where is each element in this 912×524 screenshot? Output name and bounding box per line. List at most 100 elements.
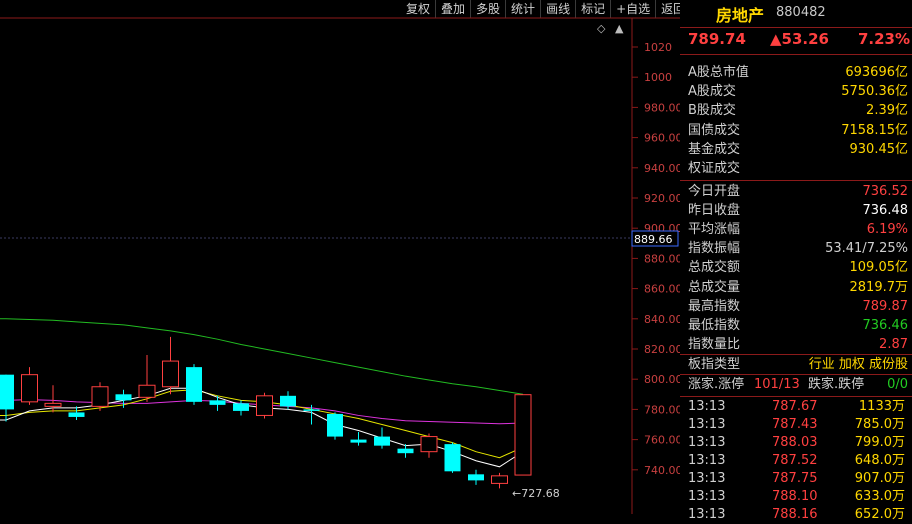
candle-body [350, 439, 367, 443]
tick-volume: 907.0万 [854, 471, 905, 486]
y-axis-label: 920.00 [644, 192, 680, 205]
stat-label: 总成交量 [688, 279, 741, 295]
stat-value: 736.52 [862, 184, 909, 199]
stat-label: B股成交 [688, 103, 736, 119]
tick-price: 787.43 [772, 417, 818, 432]
tick-row: 13:13 787.52 648.0万 [680, 452, 905, 470]
stat-label: A股成交 [688, 84, 736, 100]
stat-row: 国债成交 7158.15亿 [688, 121, 910, 140]
candle-body [468, 474, 484, 481]
candle-body [21, 374, 38, 403]
quote-panel: 房地产 880482 789.74 ▲53.26 7.23% A股总市值 6936… [680, 0, 912, 522]
candle-body [186, 367, 202, 402]
tick-row: 13:13 788.03 799.0万 [680, 434, 905, 452]
y-axis-label: 1000 [644, 71, 672, 84]
stat-value: 693696亿 [845, 65, 908, 80]
stat-value: 6.19% [866, 222, 908, 238]
y-axis-label: 860.00 [644, 283, 680, 296]
tick-price: 788.03 [772, 435, 818, 450]
candle [468, 469, 484, 485]
stat-label: 国债成交 [688, 122, 741, 138]
candle [68, 406, 85, 420]
tick-time: 13:13 [688, 489, 726, 504]
y-axis-label: 760.00 [644, 434, 680, 447]
y-axis: 10201000980.00960.00940.00920.00900.0088… [632, 41, 680, 477]
index-title: 房地产 880482 [680, 0, 912, 26]
stat-label: 总成交额 [688, 260, 741, 276]
tick-price: 787.52 [772, 453, 818, 468]
index-type-row: 板指类型 行业 加权 成份股 [688, 357, 908, 372]
candle-body [0, 374, 14, 410]
stat-value: 2.87 [879, 336, 908, 352]
tick-time: 13:13 [688, 507, 726, 522]
y-axis-label: 880.00 [644, 252, 680, 265]
tick-time: 13:13 [688, 471, 726, 486]
stat-row: B股成交 2.39亿 [688, 101, 910, 120]
ma-green-line [0, 318, 524, 395]
candle [374, 427, 390, 449]
stat-label: 指数量比 [688, 336, 741, 352]
candle-body [444, 444, 461, 472]
candle-body [374, 436, 390, 446]
candle-body [68, 412, 85, 417]
stat-value: 736.46 [862, 317, 909, 333]
candle [162, 336, 179, 395]
candle [444, 442, 461, 473]
stat-row: A股成交 5750.36亿 [688, 82, 910, 101]
candle [256, 392, 273, 419]
tick-row: 13:13 788.10 633.0万 [680, 488, 905, 506]
tick-time: 13:13 [688, 453, 726, 468]
limit-up-down-row: 涨家.涨停 101/13 跌家.跌停 0/0 [688, 377, 908, 392]
tick-volume: 648.0万 [854, 453, 905, 468]
candles [0, 336, 532, 489]
y-axis-label: 1020 [644, 41, 672, 54]
stat-label: 昨日收盘 [688, 203, 741, 219]
stat-row: 最高指数 789.87 [688, 297, 910, 316]
candle [138, 355, 156, 402]
tick-price: 788.10 [772, 489, 818, 504]
stat-value: 53.41/7.25% [825, 241, 908, 257]
tick-volume: 633.0万 [854, 489, 905, 504]
price-summary: 789.74 ▲53.26 7.23% [680, 28, 912, 55]
y-axis-label: 820.00 [644, 343, 680, 356]
stat-row: 总成交额 109.05亿 [688, 258, 910, 277]
tick-row: 13:13 788.16 652.0万 [680, 506, 905, 524]
stat-label: 最高指数 [688, 298, 741, 314]
index-name: 房地产 [716, 6, 765, 25]
stat-row: 最低指数 736.46 [688, 316, 910, 335]
stat-value: 736.48 [862, 203, 909, 219]
candle-body [514, 394, 532, 476]
stat-row: 平均涨幅 6.19% [688, 220, 910, 239]
stat-row: 昨日收盘 736.48 [688, 201, 910, 220]
stat-label: 今日开盘 [688, 184, 741, 199]
candle [186, 364, 202, 405]
y-axis-label: 980.00 [644, 101, 680, 114]
tick-volume: 652.0万 [854, 507, 905, 522]
stat-row: 指数振幅 53.41/7.25% [688, 239, 910, 258]
candlestick-chart[interactable]: 10201000980.00960.00940.00920.00900.0088… [0, 0, 680, 514]
tick-row: 13:13 787.43 785.0万 [680, 416, 905, 434]
candle-body [209, 400, 226, 405]
stat-label: 平均涨幅 [688, 222, 741, 238]
percent-change: 7.23% [857, 30, 910, 48]
candle [397, 444, 414, 458]
tick-time: 13:13 [688, 435, 726, 450]
stat-value: 2.39亿 [866, 103, 908, 119]
stat-row: 今日开盘 736.52 [688, 182, 910, 201]
candle-body [280, 395, 296, 407]
stat-label: 最低指数 [688, 317, 741, 333]
y-axis-label: 840.00 [644, 313, 680, 326]
y-axis-label: 940.00 [644, 162, 680, 175]
index-code: 880482 [776, 5, 826, 20]
candle-body [303, 409, 320, 411]
y-axis-label: 740.00 [644, 464, 680, 477]
candle-body [44, 402, 62, 407]
y-axis-label: 800.00 [644, 373, 680, 386]
tick-row: 13:13 787.67 1133万 [680, 398, 905, 416]
candle-body [138, 384, 156, 398]
stat-value: 5750.36亿 [841, 84, 908, 100]
tick-price: 787.67 [772, 399, 818, 414]
last-price: 789.74 [688, 30, 746, 48]
candle [21, 367, 38, 405]
tick-price: 787.75 [772, 471, 818, 486]
